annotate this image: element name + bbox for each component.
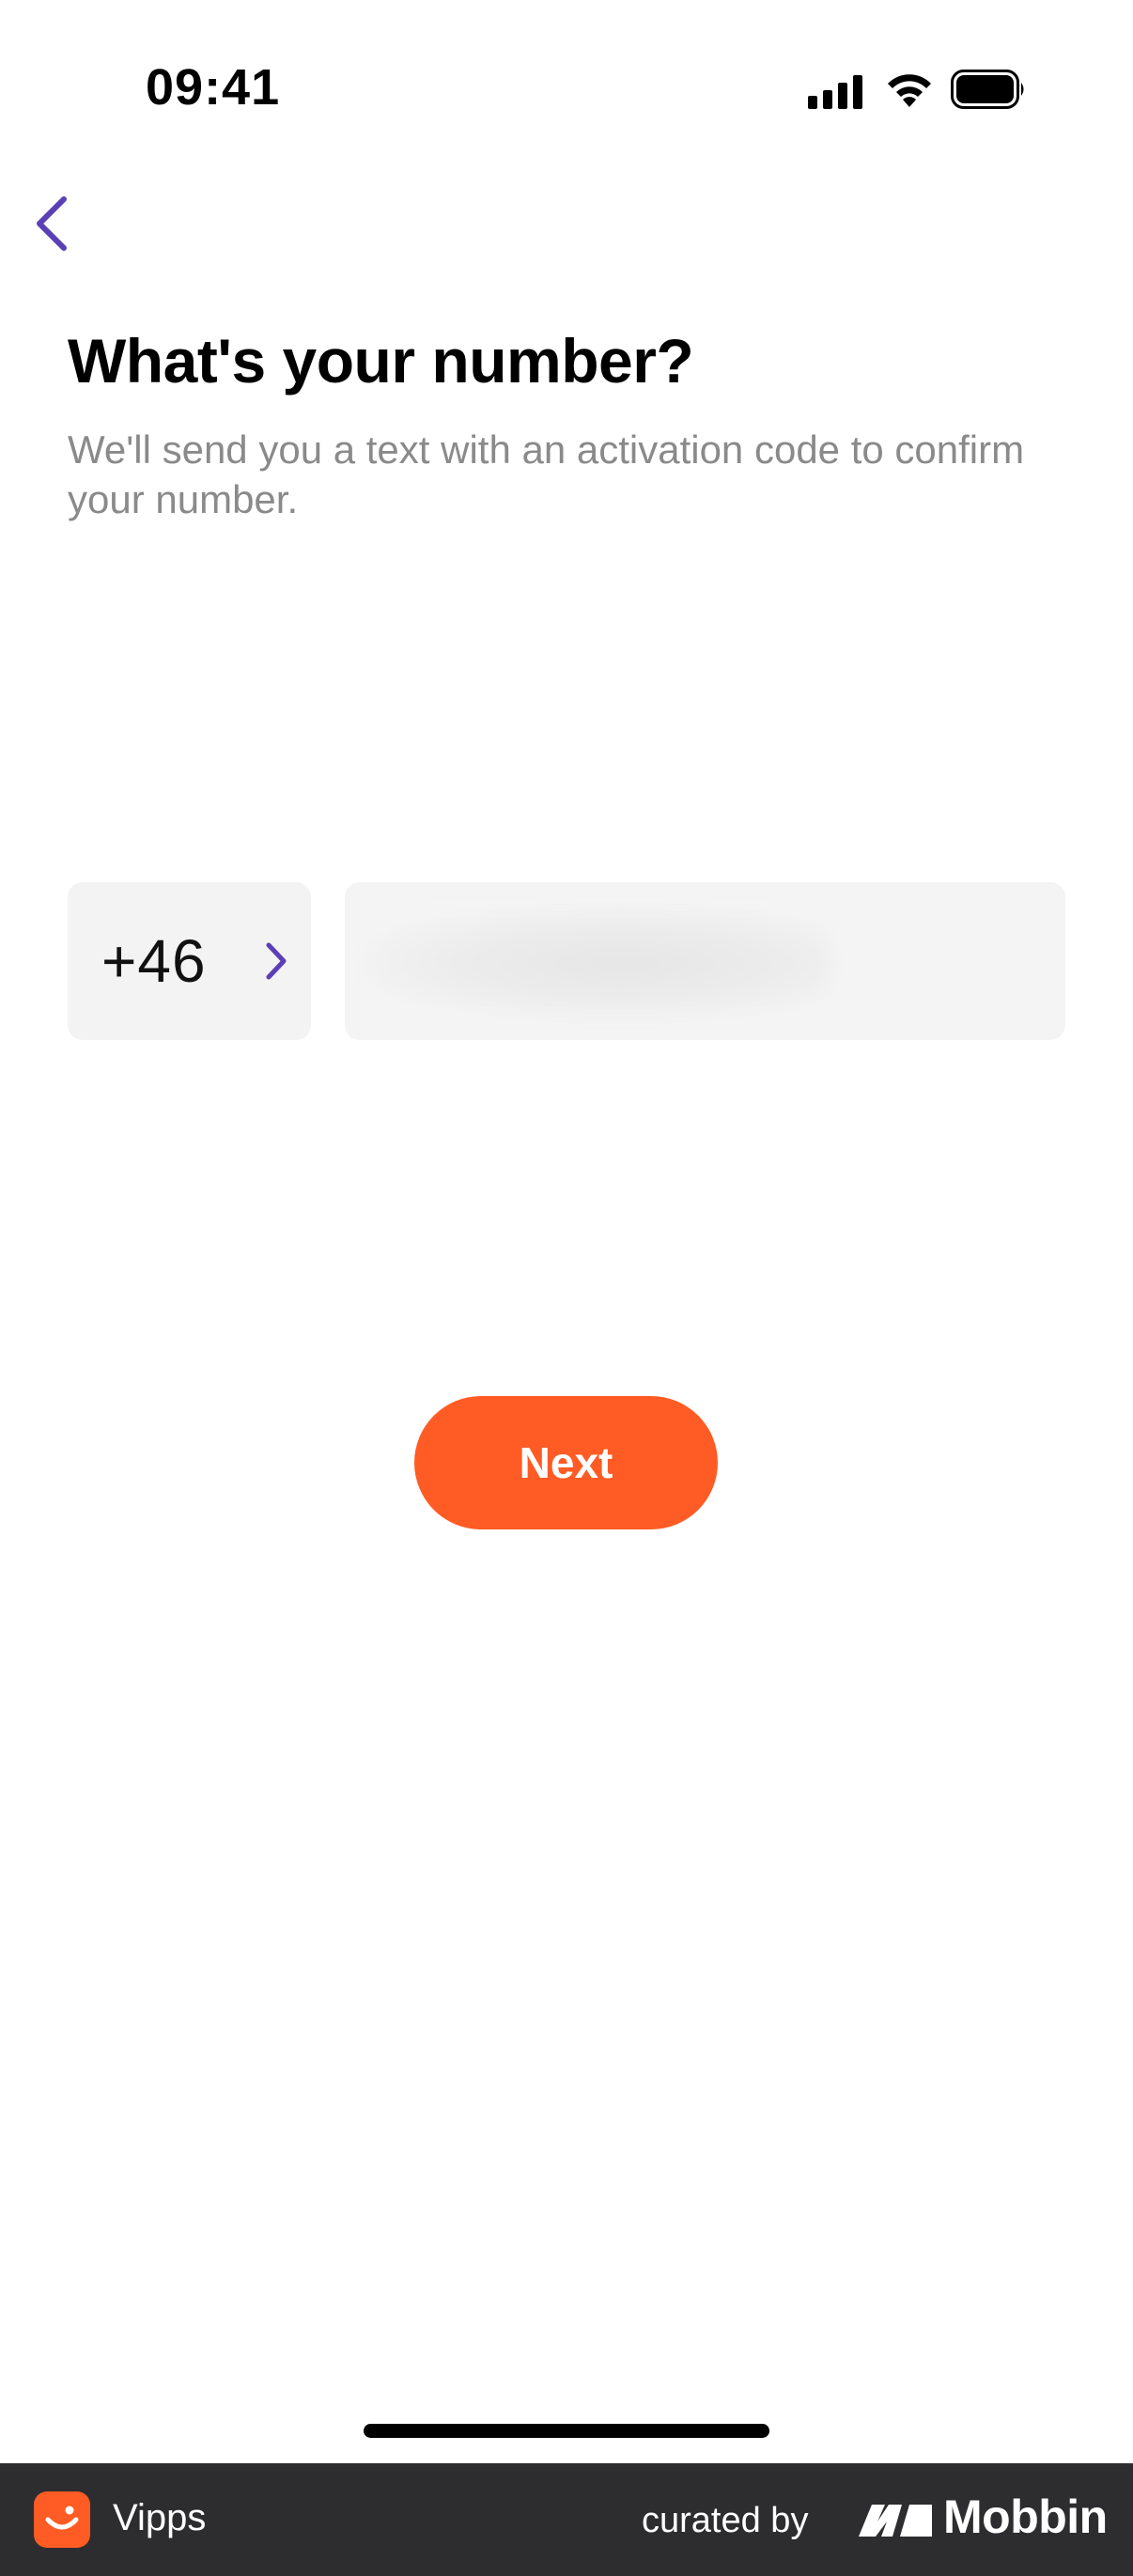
country-code-selector[interactable]: +46 [68,882,311,1040]
vipps-app-icon [34,2491,90,2548]
phone-number-field[interactable] [345,882,1065,1040]
page-title: What's your number? [68,326,694,396]
page-subtitle: We'll send you a text with an activation… [68,427,1025,521]
status-time: 09:41 [146,59,281,116]
wifi-icon [888,74,931,107]
back-button[interactable] [15,184,86,263]
home-indicator [364,2424,769,2438]
chevron-left-icon [37,196,67,251]
status-bar: 09:41 [0,0,1133,178]
chevron-right-icon [266,942,287,980]
mobbin-logo-icon [859,2505,932,2537]
battery-icon [951,70,1024,109]
footer-app-name: Vipps [113,2497,207,2538]
country-code-value: +46 [101,927,207,995]
footer-curated-by: curated by [642,2501,809,2540]
footer-bar: Vipps curated by Mobbin [0,2463,1133,2576]
cellular-signal-icon [808,75,862,109]
status-icons [808,68,1033,115]
next-button[interactable]: Next [414,1396,718,1529]
phone-number-input[interactable] [345,882,1065,1040]
footer-brand-name: Mobbin [943,2491,1108,2543]
